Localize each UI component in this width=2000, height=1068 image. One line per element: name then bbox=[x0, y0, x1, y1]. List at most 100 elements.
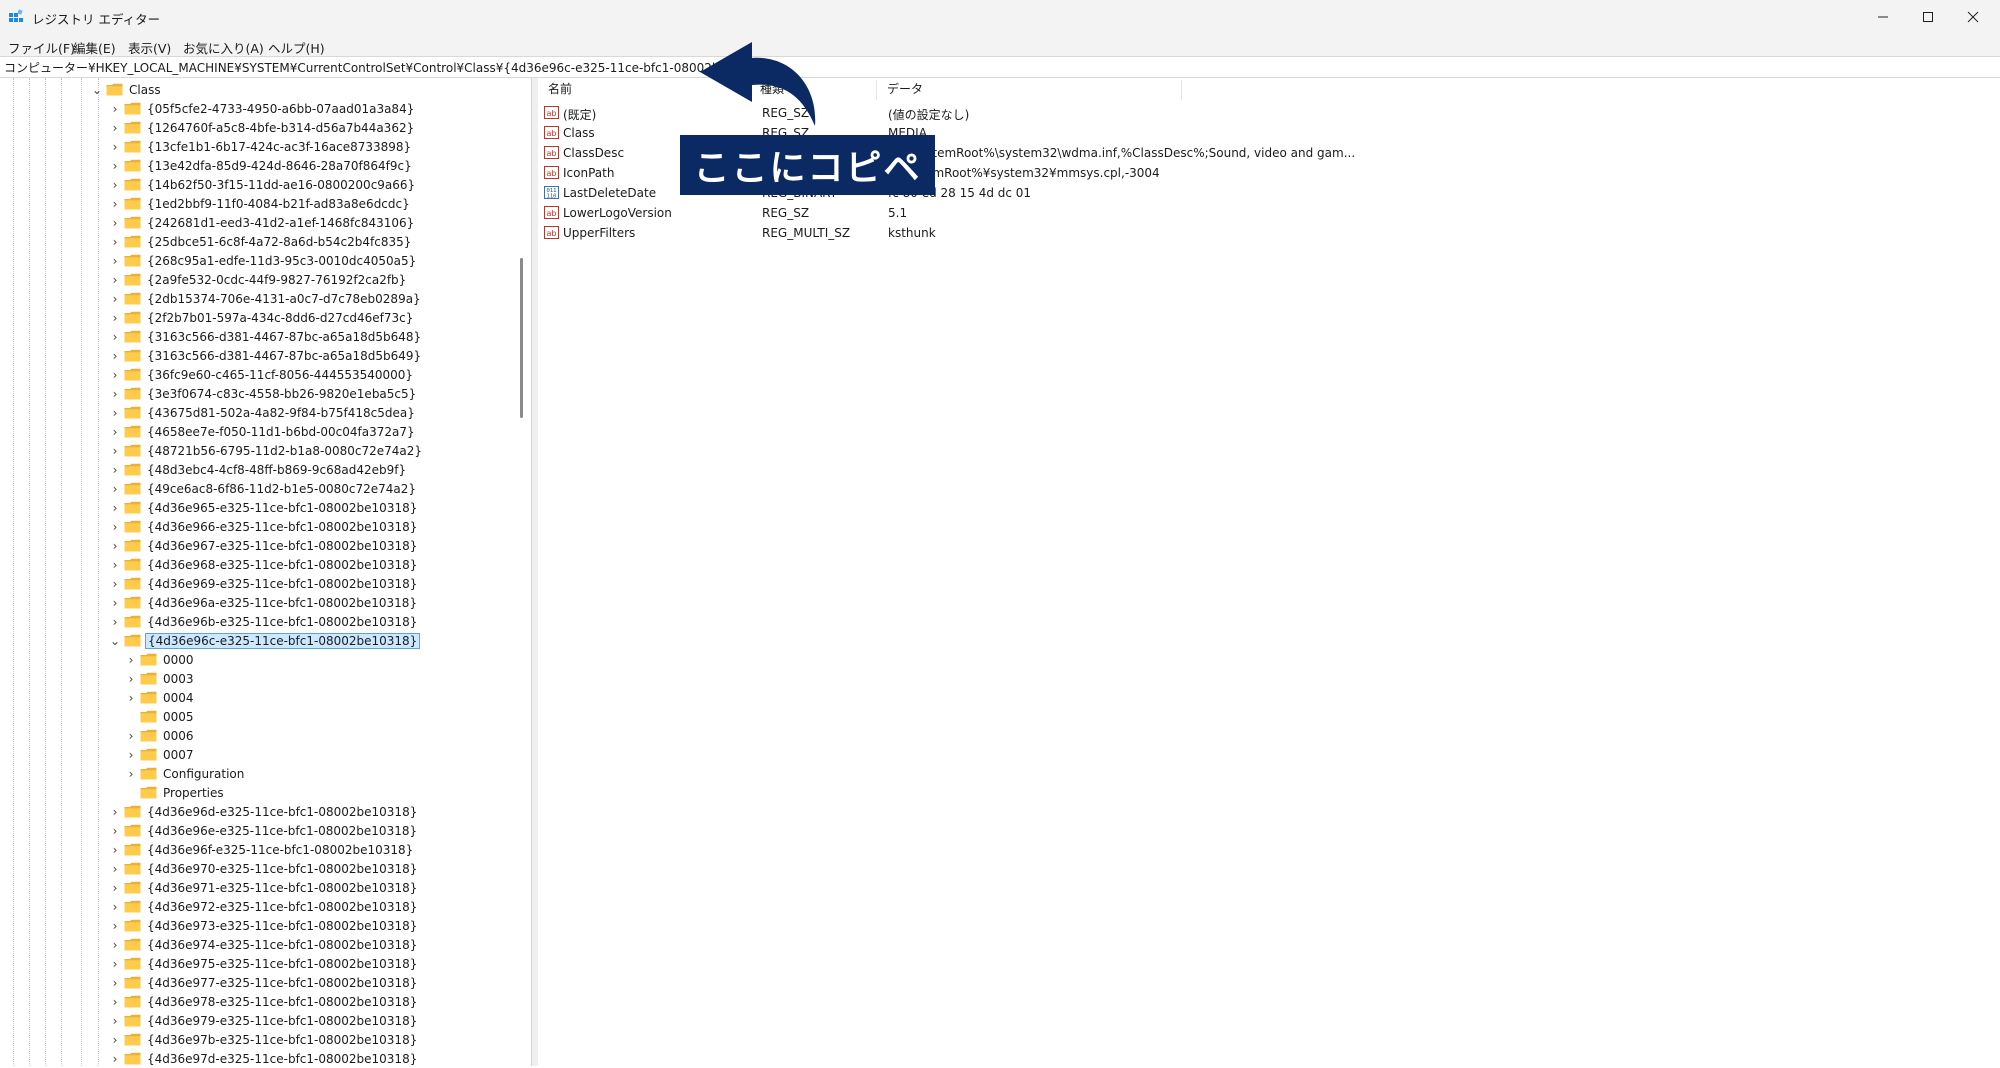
close-button[interactable] bbox=[1950, 0, 1996, 34]
chevron-down-icon[interactable]: ⌄ bbox=[90, 83, 104, 97]
tree-item[interactable]: › {268c95a1-edfe-11d3-95c3-0010dc4050a5} bbox=[108, 251, 418, 270]
chevron-right-icon[interactable]: › bbox=[108, 273, 122, 287]
tree-child-item[interactable]: › Configuration bbox=[124, 764, 246, 783]
menu-view[interactable]: 表示(V) bbox=[128, 38, 171, 57]
chevron-right-icon[interactable]: › bbox=[108, 425, 122, 439]
chevron-right-icon[interactable]: › bbox=[108, 539, 122, 553]
tree-item[interactable]: › {48d3ebc4-4cf8-48ff-b869-9c68ad42eb9f} bbox=[108, 460, 408, 479]
chevron-right-icon[interactable]: › bbox=[108, 254, 122, 268]
tree-item[interactable]: › {36fc9e60-c465-11cf-8056-444553540000} bbox=[108, 365, 415, 384]
tree-scrollbar-thumb[interactable] bbox=[520, 258, 523, 418]
tree-child-item[interactable]: › 0006 bbox=[124, 726, 196, 745]
chevron-right-icon[interactable]: › bbox=[108, 577, 122, 591]
tree-item[interactable]: › {13cfe1b1-6b17-424c-ac3f-16ace8733898} bbox=[108, 137, 413, 156]
chevron-right-icon[interactable]: › bbox=[108, 368, 122, 382]
chevron-right-icon[interactable]: › bbox=[108, 330, 122, 344]
chevron-right-icon[interactable]: › bbox=[108, 501, 122, 515]
chevron-right-icon[interactable]: › bbox=[108, 292, 122, 306]
chevron-right-icon[interactable]: › bbox=[108, 596, 122, 610]
tree-child-item[interactable]: 0005 bbox=[124, 707, 196, 726]
chevron-right-icon[interactable]: › bbox=[108, 349, 122, 363]
tree-item[interactable]: › {14b62f50-3f15-11dd-ae16-0800200c9a66} bbox=[108, 175, 417, 194]
menu-help[interactable]: ヘルプ(H) bbox=[268, 38, 325, 57]
chevron-right-icon[interactable]: › bbox=[124, 748, 138, 762]
tree-item[interactable]: › {48721b56-6795-11d2-b1a8-0080c72e74a2} bbox=[108, 441, 424, 460]
chevron-right-icon[interactable]: › bbox=[108, 178, 122, 192]
tree-item[interactable]: › {242681d1-eed3-41d2-a1ef-1468fc843106} bbox=[108, 213, 416, 232]
chevron-right-icon[interactable]: › bbox=[108, 387, 122, 401]
tree-item[interactable]: › {4d36e96d-e325-11ce-bfc1-08002be10318} bbox=[108, 802, 419, 821]
tree-item[interactable]: › {2db15374-706e-4131-a0c7-d7c78eb0289a} bbox=[108, 289, 423, 308]
tree-item-selected[interactable]: ⌄ {4d36e96c-e325-11ce-bfc1-08002be10318} bbox=[108, 631, 421, 650]
tree-child-item[interactable]: › 0007 bbox=[124, 745, 196, 764]
minimize-button[interactable] bbox=[1860, 0, 1906, 34]
value-row[interactable]: ab (既定) REG_SZ (値の設定なし) bbox=[538, 103, 1538, 123]
chevron-right-icon[interactable]: › bbox=[124, 691, 138, 705]
chevron-right-icon[interactable]: › bbox=[108, 1033, 122, 1047]
tree-item[interactable]: › {4d36e968-e325-11ce-bfc1-08002be10318} bbox=[108, 555, 419, 574]
tree-item[interactable]: › {4d36e965-e325-11ce-bfc1-08002be10318} bbox=[108, 498, 419, 517]
tree-item[interactable]: › {4d36e975-e325-11ce-bfc1-08002be10318} bbox=[108, 954, 419, 973]
tree-child-item[interactable]: Properties bbox=[124, 783, 226, 802]
tree-item[interactable]: › {13e42dfa-85d9-424d-8646-28a70f864f9c} bbox=[108, 156, 414, 175]
value-list-pane[interactable]: 名前 種類 データ ab (既定) REG_SZ (値の設定なし) ab Class REG… bbox=[538, 78, 2000, 1066]
chevron-right-icon[interactable]: › bbox=[124, 653, 138, 667]
menu-edit[interactable]: 編集(E) bbox=[73, 38, 116, 57]
chevron-right-icon[interactable]: › bbox=[108, 862, 122, 876]
chevron-right-icon[interactable]: › bbox=[108, 1052, 122, 1066]
tree-item[interactable]: › {05f5cfe2-4733-4950-a6bb-07aad01a3a84} bbox=[108, 99, 416, 118]
value-row[interactable]: ab LowerLogoVersion REG_SZ 5.1 bbox=[538, 203, 1538, 223]
chevron-right-icon[interactable]: › bbox=[108, 824, 122, 838]
chevron-right-icon[interactable]: › bbox=[108, 235, 122, 249]
chevron-right-icon[interactable]: › bbox=[124, 767, 138, 781]
tree-item[interactable]: › {2f2b7b01-597a-434c-8dd6-d27cd46ef73c} bbox=[108, 308, 415, 327]
chevron-right-icon[interactable]: › bbox=[108, 976, 122, 990]
tree-item[interactable]: › {4d36e97b-e325-11ce-bfc1-08002be10318} bbox=[108, 1030, 419, 1049]
chevron-right-icon[interactable]: › bbox=[108, 615, 122, 629]
chevron-right-icon[interactable]: › bbox=[108, 995, 122, 1009]
tree-item-class[interactable]: ⌄ Class bbox=[90, 80, 163, 99]
chevron-right-icon[interactable]: › bbox=[108, 805, 122, 819]
tree-item[interactable]: › {4d36e978-e325-11ce-bfc1-08002be10318} bbox=[108, 992, 419, 1011]
chevron-right-icon[interactable]: › bbox=[108, 881, 122, 895]
chevron-right-icon[interactable]: › bbox=[108, 938, 122, 952]
value-row[interactable]: ab UpperFilters REG_MULTI_SZ ksthunk bbox=[538, 223, 1538, 243]
tree-item[interactable]: › {4d36e967-e325-11ce-bfc1-08002be10318} bbox=[108, 536, 419, 555]
chevron-right-icon[interactable]: › bbox=[108, 520, 122, 534]
chevron-right-icon[interactable]: › bbox=[108, 140, 122, 154]
chevron-right-icon[interactable]: › bbox=[108, 957, 122, 971]
chevron-right-icon[interactable]: › bbox=[108, 216, 122, 230]
tree-item[interactable]: › {4d36e969-e325-11ce-bfc1-08002be10318} bbox=[108, 574, 419, 593]
tree-item[interactable]: › {4d36e96f-e325-11ce-bfc1-08002be10318} bbox=[108, 840, 415, 859]
tree-item[interactable]: › {4d36e97d-e325-11ce-bfc1-08002be10318} bbox=[108, 1049, 419, 1066]
tree-child-item[interactable]: › 0004 bbox=[124, 688, 196, 707]
chevron-right-icon[interactable]: › bbox=[108, 843, 122, 857]
tree-item[interactable]: › {4658ee7e-f050-11d1-b6bd-00c04fa372a7} bbox=[108, 422, 417, 441]
chevron-right-icon[interactable]: › bbox=[108, 558, 122, 572]
tree-item[interactable]: › {1264760f-a5c8-4bfe-b314-d56a7b44a362} bbox=[108, 118, 416, 137]
tree-item[interactable]: › {43675d81-502a-4a82-9f84-b75f418c5dea} bbox=[108, 403, 417, 422]
tree-item[interactable]: › {4d36e966-e325-11ce-bfc1-08002be10318} bbox=[108, 517, 419, 536]
tree-child-item[interactable]: › 0000 bbox=[124, 650, 196, 669]
address-path[interactable]: コンピューター¥HKEY_LOCAL_MACHINE¥SYSTEM¥Curren… bbox=[4, 59, 773, 76]
address-bar[interactable]: コンピューター¥HKEY_LOCAL_MACHINE¥SYSTEM¥Curren… bbox=[0, 56, 2000, 78]
column-header-data[interactable]: データ bbox=[877, 80, 1182, 100]
chevron-right-icon[interactable]: › bbox=[108, 919, 122, 933]
tree-item[interactable]: › {4d36e977-e325-11ce-bfc1-08002be10318} bbox=[108, 973, 419, 992]
chevron-right-icon[interactable]: › bbox=[108, 311, 122, 325]
chevron-right-icon[interactable]: › bbox=[124, 729, 138, 743]
chevron-right-icon[interactable]: › bbox=[108, 463, 122, 477]
chevron-right-icon[interactable]: › bbox=[108, 1014, 122, 1028]
chevron-right-icon[interactable]: › bbox=[108, 197, 122, 211]
chevron-right-icon[interactable]: › bbox=[108, 102, 122, 116]
maximize-button[interactable] bbox=[1905, 0, 1951, 34]
tree-item[interactable]: › {1ed2bbf9-11f0-4084-b21f-ad83a8e6dcdc} bbox=[108, 194, 412, 213]
chevron-right-icon[interactable]: › bbox=[108, 444, 122, 458]
tree-item[interactable]: › {3163c566-d381-4467-87bc-a65a18d5b649} bbox=[108, 346, 423, 365]
tree-item[interactable]: › {3163c566-d381-4467-87bc-a65a18d5b648} bbox=[108, 327, 423, 346]
chevron-right-icon[interactable]: › bbox=[124, 672, 138, 686]
chevron-right-icon[interactable]: › bbox=[108, 159, 122, 173]
tree-item[interactable]: › {4d36e971-e325-11ce-bfc1-08002be10318} bbox=[108, 878, 419, 897]
chevron-down-icon[interactable]: ⌄ bbox=[108, 634, 122, 648]
tree-item[interactable]: › {4d36e974-e325-11ce-bfc1-08002be10318} bbox=[108, 935, 419, 954]
